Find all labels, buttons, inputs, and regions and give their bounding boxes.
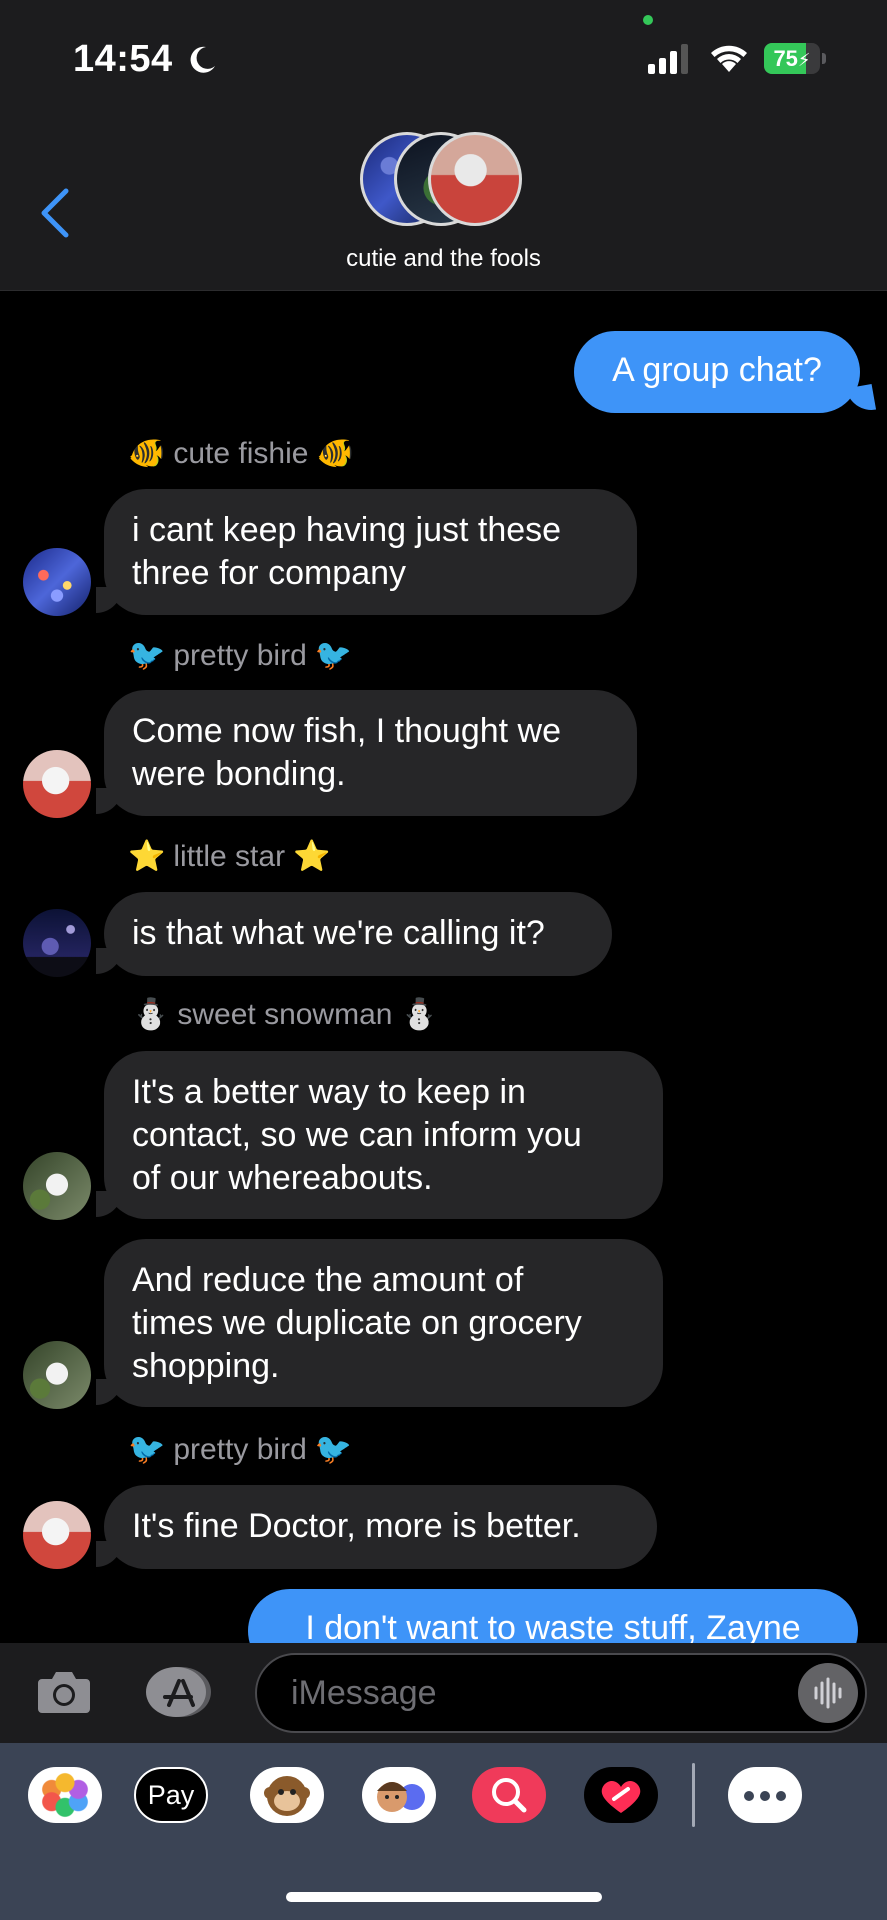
status-bar: 14:54 75⚡: [0, 0, 887, 110]
bubble-tail: [96, 948, 122, 974]
bubble-tail: [96, 788, 122, 814]
message-line: Come now fish, I thought we: [132, 712, 562, 750]
sender-label: ⭐ little star ⭐: [128, 839, 330, 874]
bubble-tail: [845, 383, 877, 415]
avatar-bird[interactable]: [23, 1501, 91, 1569]
avatar-snowman[interactable]: [23, 1341, 91, 1409]
avatar-fish[interactable]: [23, 548, 91, 616]
compose-bar: [0, 1643, 887, 1743]
star-emoji-icon: ⭐: [128, 839, 166, 874]
sender-label: 🐦 pretty bird 🐦: [128, 1432, 352, 1467]
memoji-icon[interactable]: [362, 1767, 436, 1823]
snowman-emoji-icon: ⛄: [400, 997, 438, 1032]
sender-label: 🐠 cute fishie 🐠: [128, 436, 354, 471]
star-emoji-icon: ⭐: [293, 839, 331, 874]
message-line: And reduce the amount of: [132, 1261, 524, 1299]
animoji-icon[interactable]: [250, 1767, 324, 1823]
avatar-star[interactable]: [23, 909, 91, 977]
incoming-message[interactable]: It's fine Doctor, more is better.: [104, 1485, 657, 1569]
incoming-message[interactable]: And reduce the amount of times we duplic…: [104, 1239, 663, 1407]
sender-name: pretty bird: [173, 1432, 307, 1466]
message-text: is that what we're calling it?: [132, 914, 545, 952]
message-text: It's fine Doctor, more is better.: [132, 1507, 581, 1545]
battery-charging-icon: 75⚡: [764, 43, 826, 74]
message-line: of our whereabouts.: [132, 1159, 433, 1197]
apple-pay-icon[interactable]: Pay: [134, 1767, 208, 1823]
group-avatar-bird: [428, 132, 522, 226]
imessage-app-drawer: Pay: [0, 1743, 887, 1920]
sender-label: 🐦 pretty bird 🐦: [128, 638, 352, 673]
moon-icon: [190, 46, 215, 73]
snowman-emoji-icon: ⛄: [132, 997, 170, 1032]
bubble-tail: [96, 587, 122, 613]
home-indicator[interactable]: [286, 1892, 602, 1902]
cellular-signal-icon: [648, 44, 688, 74]
message-line: contact, so we can inform you: [132, 1116, 582, 1154]
avatar-bird[interactable]: [23, 750, 91, 818]
message-line: i cant keep having just these: [132, 511, 562, 549]
bird-emoji-icon: 🐦: [128, 638, 166, 673]
bird-emoji-icon: 🐦: [128, 1432, 166, 1467]
outgoing-message[interactable]: A group chat?: [574, 331, 860, 413]
sender-name: little star: [173, 839, 286, 873]
message-line: three for company: [132, 554, 407, 592]
incoming-message[interactable]: It's a better way to keep in contact, so…: [104, 1051, 663, 1219]
avatar-snowman[interactable]: [23, 1152, 91, 1220]
battery-percent: 75: [773, 46, 798, 71]
privacy-indicator-dot: [643, 15, 653, 25]
app-store-icon[interactable]: [143, 1665, 215, 1719]
group-name[interactable]: cutie and the fools: [0, 245, 887, 273]
sender-name: sweet snowman: [177, 997, 393, 1031]
incoming-message[interactable]: is that what we're calling it?: [104, 892, 612, 976]
bubble-tail: [96, 1191, 122, 1217]
fish-emoji-icon: 🐠: [128, 436, 166, 471]
audio-waveform-icon[interactable]: [798, 1663, 858, 1723]
apple-pay-label: Pay: [147, 1780, 195, 1810]
conversation-header: cutie and the fools: [0, 110, 887, 291]
bubble-tail: [96, 1379, 122, 1405]
fish-emoji-icon: 🐠: [316, 436, 354, 471]
message-line: times we duplicate on grocery: [132, 1304, 582, 1342]
message-text: A group chat?: [612, 351, 822, 389]
photos-app-icon[interactable]: [28, 1767, 102, 1823]
sender-name: pretty bird: [173, 638, 307, 672]
group-avatar-stack[interactable]: [360, 132, 530, 232]
message-text: I don't want to waste stuff, Zayne: [305, 1609, 801, 1647]
bird-emoji-icon: 🐦: [314, 1432, 353, 1467]
wifi-icon: [711, 45, 747, 72]
bubble-tail: [96, 1541, 122, 1567]
bird-emoji-icon: 🐦: [314, 638, 353, 673]
message-line: It's a better way to keep in: [132, 1073, 526, 1111]
drawer-divider: [692, 1763, 695, 1827]
message-line: were bonding.: [132, 755, 346, 793]
sender-label: ⛄ sweet snowman ⛄: [132, 997, 438, 1032]
camera-icon[interactable]: [36, 1667, 92, 1715]
image-search-icon[interactable]: [472, 1767, 546, 1823]
status-time: 14:54: [73, 38, 173, 80]
message-list[interactable]: A group chat? 🐠 cute fishie 🐠 i cant kee…: [0, 291, 887, 1673]
incoming-message[interactable]: Come now fish, I thought we were bonding…: [104, 690, 637, 816]
more-apps-icon[interactable]: [728, 1767, 802, 1823]
message-input[interactable]: [255, 1653, 867, 1733]
incoming-message[interactable]: i cant keep having just these three for …: [104, 489, 637, 615]
message-line: shopping.: [132, 1347, 280, 1385]
chevron-left-icon[interactable]: [36, 185, 76, 241]
sender-name: cute fishie: [173, 436, 309, 470]
digital-touch-icon[interactable]: [584, 1767, 658, 1823]
